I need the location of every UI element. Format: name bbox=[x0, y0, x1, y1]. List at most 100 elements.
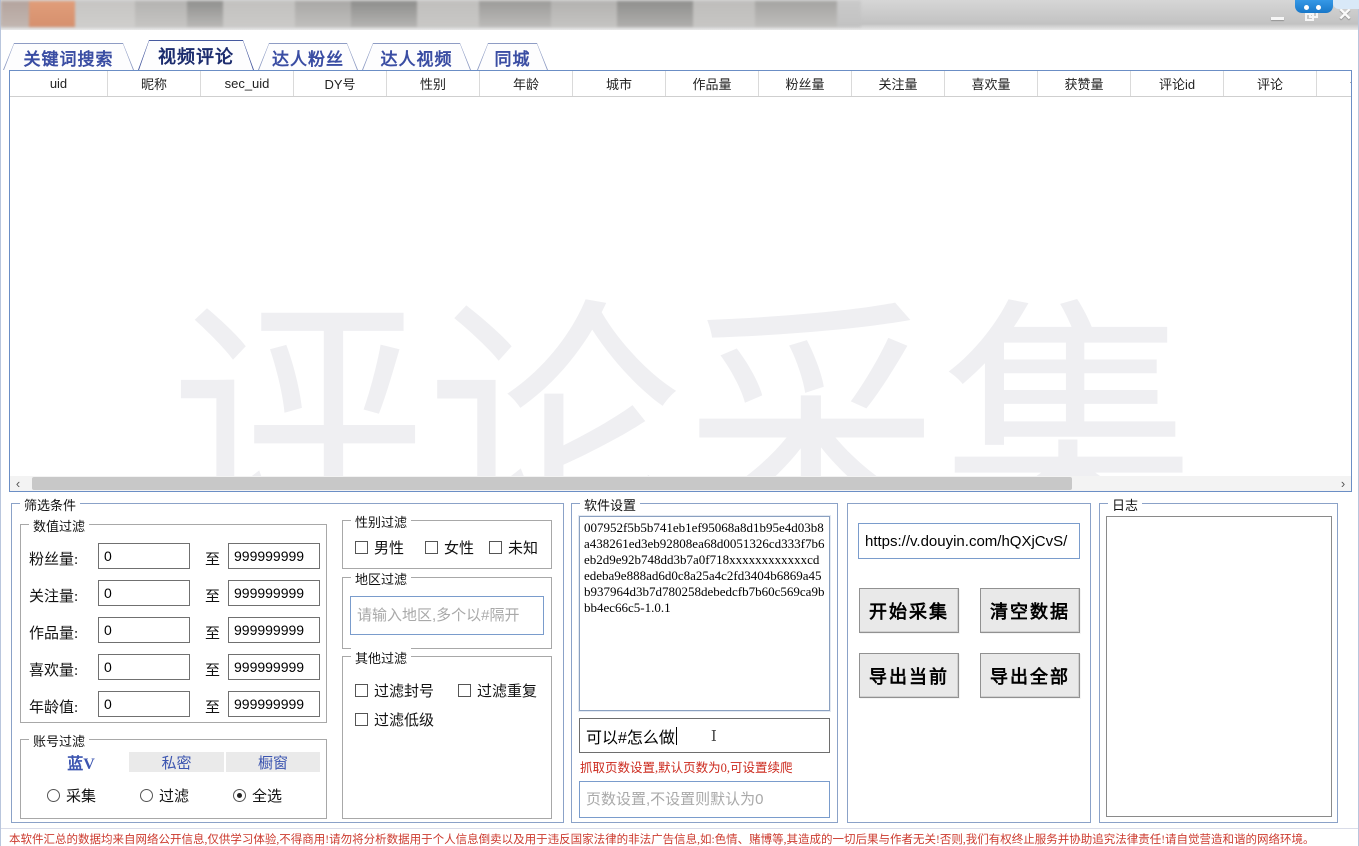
page-count-hint: 抓取页数设置,默认页数为0,可设置续爬 bbox=[580, 757, 793, 776]
female-checkbox[interactable]: 女性 bbox=[425, 537, 474, 558]
checkbox-icon bbox=[355, 541, 368, 554]
checkbox-icon bbox=[425, 541, 438, 554]
background-window-edge bbox=[1333, 0, 1359, 9]
gender-filter-title: 性别过滤 bbox=[351, 512, 411, 531]
export-all-button[interactable]: 导出全部 bbox=[980, 653, 1080, 698]
column-header-city[interactable]: 城市 bbox=[573, 71, 666, 96]
title-bar: ✕ bbox=[1, 0, 1358, 30]
column-header-uid[interactable]: uid bbox=[10, 71, 108, 96]
filter-banned-checkbox[interactable]: 过滤封号 bbox=[355, 680, 434, 701]
scroll-right-arrow-icon[interactable]: › bbox=[1335, 476, 1351, 491]
watermark-text: 评论采集 bbox=[170, 219, 1270, 492]
blue-v-segment[interactable]: 蓝V bbox=[35, 752, 127, 772]
checkbox-icon bbox=[355, 684, 368, 697]
filter-conditions-panel: 筛选条件 数值过滤 粉丝量: 至 关注量: 至 作品量: 至 喜欢量: 至 年龄… bbox=[11, 503, 564, 823]
column-header-following[interactable]: 关注量 bbox=[852, 71, 945, 96]
checkbox-icon bbox=[489, 541, 502, 554]
likes-count-label: 喜欢量: bbox=[29, 659, 78, 680]
keyword-input[interactable]: 可以#怎么做 I bbox=[579, 718, 830, 753]
unknown-checkbox[interactable]: 未知 bbox=[489, 537, 538, 558]
age-max-input[interactable] bbox=[228, 691, 320, 717]
scroll-left-arrow-icon[interactable]: ‹ bbox=[10, 476, 26, 491]
showcase-segment[interactable]: 橱窗 bbox=[226, 752, 320, 772]
fans-count-label: 粉丝量: bbox=[29, 548, 78, 569]
works-max-input[interactable] bbox=[228, 617, 320, 643]
column-header-age[interactable]: 年龄 bbox=[480, 71, 573, 96]
column-header-works[interactable]: 作品量 bbox=[666, 71, 759, 96]
account-filter-title: 账号过滤 bbox=[29, 731, 89, 750]
filter-panel-title: 筛选条件 bbox=[20, 495, 80, 514]
page-count-input[interactable] bbox=[579, 781, 830, 818]
column-header-sec-uid[interactable]: sec_uid bbox=[201, 71, 294, 96]
keyword-value: 可以#怎么做 bbox=[586, 724, 675, 748]
license-token-textarea[interactable]: 007952f5b5b741eb1ef95068a8d1b95e4d03b8a4… bbox=[579, 516, 830, 711]
works-count-label: 作品量: bbox=[29, 622, 78, 643]
app-window: ✕ 关键词搜索 视频评论 达人粉丝 达人视频 同城 uid 昵称 sec_uid… bbox=[0, 0, 1359, 846]
tab-strip: 关键词搜索 视频评论 达人粉丝 达人视频 同城 bbox=[1, 39, 1358, 70]
region-filter-group: 地区过滤 bbox=[342, 577, 552, 649]
column-header-comment-extra[interactable]: 评论 bbox=[1317, 71, 1352, 96]
log-textarea[interactable] bbox=[1106, 516, 1332, 817]
radio-checked-icon bbox=[233, 789, 246, 802]
video-url-input[interactable] bbox=[858, 523, 1080, 559]
numeric-filter-group: 数值过滤 粉丝量: 至 关注量: 至 作品量: 至 喜欢量: 至 年龄值: 至 bbox=[20, 524, 327, 723]
tab-creator-videos[interactable]: 达人视频 bbox=[362, 43, 471, 70]
log-title: 日志 bbox=[1108, 495, 1142, 514]
results-table: uid 昵称 sec_uid DY号 性别 年龄 城市 作品量 粉丝量 关注量 … bbox=[9, 70, 1352, 492]
export-current-button[interactable]: 导出当前 bbox=[859, 653, 959, 698]
column-header-nickname[interactable]: 昵称 bbox=[108, 71, 201, 96]
other-filter-group: 其他过滤 过滤封号 过滤重复 过滤低级 bbox=[342, 656, 552, 819]
likes-min-input[interactable] bbox=[98, 654, 190, 680]
clear-data-button[interactable]: 清空数据 bbox=[980, 588, 1080, 633]
select-all-radio[interactable]: 全选 bbox=[233, 785, 282, 806]
tab-video-comments[interactable]: 视频评论 bbox=[138, 40, 254, 70]
age-min-input[interactable] bbox=[98, 691, 190, 717]
radio-icon bbox=[47, 789, 60, 802]
region-input[interactable] bbox=[350, 596, 544, 635]
works-min-input[interactable] bbox=[98, 617, 190, 643]
to-label: 至 bbox=[205, 622, 220, 643]
likes-max-input[interactable] bbox=[228, 654, 320, 680]
age-value-label: 年龄值: bbox=[29, 696, 78, 717]
background-app-icon bbox=[1295, 0, 1333, 13]
to-label: 至 bbox=[205, 659, 220, 680]
ibeam-cursor-icon: I bbox=[711, 727, 717, 745]
fans-min-input[interactable] bbox=[98, 543, 190, 569]
fans-max-input[interactable] bbox=[228, 543, 320, 569]
filter-duplicate-checkbox[interactable]: 过滤重复 bbox=[458, 680, 537, 701]
private-segment[interactable]: 私密 bbox=[129, 752, 224, 772]
minimize-icon bbox=[1271, 17, 1284, 20]
column-header-comment-id[interactable]: 评论id bbox=[1131, 71, 1224, 96]
tab-creator-fans[interactable]: 达人粉丝 bbox=[258, 43, 358, 70]
collect-radio[interactable]: 采集 bbox=[47, 785, 96, 806]
tab-keyword-search[interactable]: 关键词搜索 bbox=[3, 43, 134, 70]
filter-radio[interactable]: 过滤 bbox=[140, 785, 189, 806]
male-checkbox[interactable]: 男性 bbox=[355, 537, 404, 558]
column-header-gender[interactable]: 性别 bbox=[387, 71, 480, 96]
following-min-input[interactable] bbox=[98, 580, 190, 606]
tab-same-city[interactable]: 同城 bbox=[477, 43, 548, 70]
following-count-label: 关注量: bbox=[29, 585, 78, 606]
region-filter-title: 地区过滤 bbox=[351, 569, 411, 588]
start-collect-button[interactable]: 开始采集 bbox=[859, 588, 959, 633]
column-header-praised[interactable]: 获赞量 bbox=[1038, 71, 1131, 96]
checkbox-icon bbox=[355, 713, 368, 726]
close-icon: ✕ bbox=[1338, 7, 1352, 23]
column-header-dy-id[interactable]: DY号 bbox=[294, 71, 387, 96]
software-settings-panel: 软件设置 007952f5b5b741eb1ef95068a8d1b95e4d0… bbox=[571, 503, 838, 823]
column-header-comment[interactable]: 评论 bbox=[1224, 71, 1317, 96]
column-header-likes[interactable]: 喜欢量 bbox=[945, 71, 1038, 96]
account-filter-group: 账号过滤 蓝V 私密 橱窗 采集 过滤 全选 bbox=[20, 739, 327, 819]
to-label: 至 bbox=[205, 548, 220, 569]
actions-panel: 开始采集 清空数据 导出当前 导出全部 bbox=[847, 503, 1091, 823]
scrollbar-track[interactable] bbox=[26, 476, 1335, 491]
following-max-input[interactable] bbox=[228, 580, 320, 606]
filter-lowgrade-checkbox[interactable]: 过滤低级 bbox=[355, 709, 434, 730]
radio-icon bbox=[140, 789, 153, 802]
minimize-button[interactable] bbox=[1268, 6, 1286, 22]
log-panel: 日志 bbox=[1099, 503, 1338, 823]
column-header-fans[interactable]: 粉丝量 bbox=[759, 71, 852, 96]
scrollbar-thumb[interactable] bbox=[32, 477, 1072, 490]
table-header-row: uid 昵称 sec_uid DY号 性别 年龄 城市 作品量 粉丝量 关注量 … bbox=[10, 71, 1352, 97]
to-label: 至 bbox=[205, 696, 220, 717]
